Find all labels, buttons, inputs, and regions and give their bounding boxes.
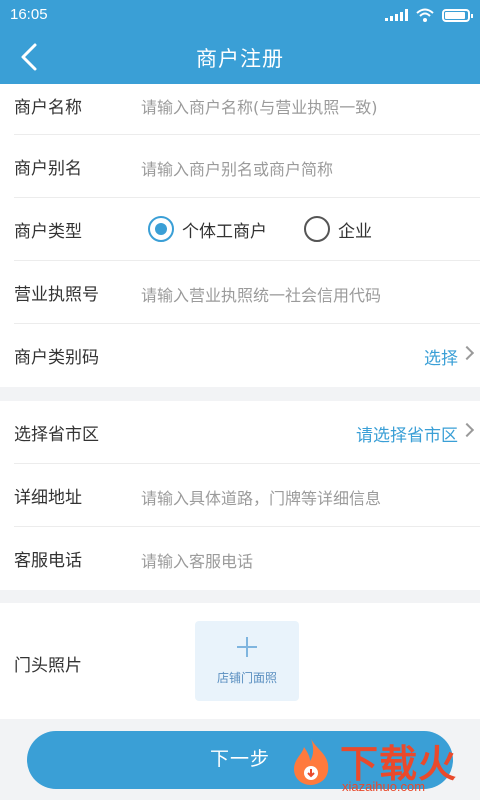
status-bar: 16:05 (0, 0, 480, 30)
header-bar: 商户注册 (0, 30, 480, 84)
flame-logo-icon (294, 739, 329, 785)
address-label: 详细地址 (14, 488, 82, 508)
radio-enterprise-label: 企业 (338, 221, 372, 242)
phone-label: 客服电话 (14, 551, 82, 571)
license-no-input[interactable]: 请输入营业执照统一社会信用代码 (141, 282, 381, 306)
watermark-url: xiazaihuo.com (342, 779, 426, 794)
merchant-name-input[interactable]: 请输入商户名称(与营业执照一致) (141, 94, 378, 118)
region-label: 选择省市区 (14, 425, 99, 445)
address-section: 选择省市区 请选择省市区 详细地址 请输入具体道路，门牌等详细信息 客服电话 请… (0, 401, 480, 590)
radio-individual[interactable]: 个体工商户 (148, 216, 267, 242)
merchant-alias-input[interactable]: 请输入商户别名或商户简称 (141, 156, 333, 180)
radio-unchecked-icon (304, 216, 330, 242)
wifi-icon (416, 8, 434, 22)
chevron-right-icon (459, 422, 475, 438)
merchant-alias-label: 商户别名 (14, 159, 82, 179)
merchant-type-label: 商户类型 (14, 222, 82, 242)
radio-individual-label: 个体工商户 (182, 221, 267, 242)
region-row[interactable]: 选择省市区 请选择省市区 (14, 401, 480, 464)
upload-caption: 店铺门面照 (216, 671, 277, 685)
photo-section: 门头照片 店铺门面照 (0, 603, 480, 719)
address-row: 详细地址 请输入具体道路，门牌等详细信息 (14, 464, 480, 527)
storefront-photo-upload[interactable]: 店铺门面照 (195, 621, 299, 701)
license-no-row: 营业执照号 请输入营业执照统一社会信用代码 (14, 261, 480, 324)
merchant-name-row: 商户名称 请输入商户名称(与营业执照一致) (14, 84, 480, 135)
category-code-label: 商户类别码 (14, 348, 99, 368)
watermark-logo: 下载火 xiazaihuo.com (282, 733, 478, 800)
chevron-right-icon (459, 345, 475, 361)
battery-icon (442, 8, 473, 22)
phone-row: 客服电话 请输入客服电话 (14, 527, 480, 590)
category-code-row[interactable]: 商户类别码 选择 (14, 324, 480, 387)
storefront-photo-label: 门头照片 (14, 656, 82, 676)
status-time: 16:05 (10, 6, 48, 23)
page-title: 商户注册 (196, 47, 284, 71)
status-icons (385, 8, 473, 22)
merchant-info-section: 商户名称 请输入商户名称(与营业执照一致) 商户别名 请输入商户别名或商户简称 … (0, 84, 480, 387)
license-no-label: 营业执照号 (14, 285, 99, 305)
radio-enterprise[interactable]: 企业 (304, 216, 372, 242)
plus-icon (237, 637, 257, 657)
merchant-alias-row: 商户别名 请输入商户别名或商户简称 (14, 135, 480, 198)
merchant-name-label: 商户名称 (14, 98, 82, 118)
region-select-link[interactable]: 请选择省市区 (356, 421, 458, 446)
phone-input[interactable]: 请输入客服电话 (141, 548, 253, 572)
merchant-type-row: 商户类型 个体工商户 企业 (14, 198, 480, 261)
address-input[interactable]: 请输入具体道路，门牌等详细信息 (141, 485, 381, 509)
signal-icon (385, 9, 408, 21)
category-select-link[interactable]: 选择 (424, 344, 458, 369)
radio-checked-icon (148, 216, 174, 242)
